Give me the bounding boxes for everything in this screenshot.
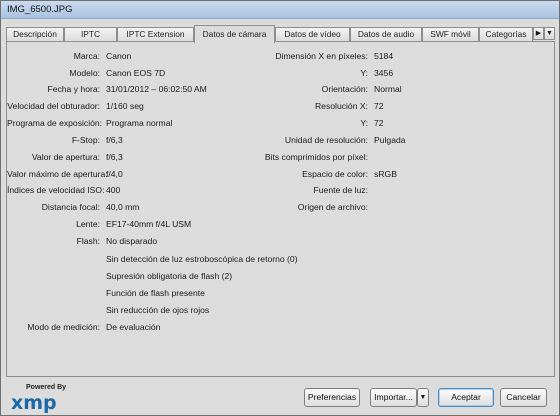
field-label: Fecha y hora: xyxy=(47,84,100,94)
field-value: f/4,0 xyxy=(106,169,123,179)
powered-by-text: Powered By xyxy=(26,384,67,391)
field-value: Supresión obligatoria de flash (2) xyxy=(106,271,233,281)
field-value: 5184 xyxy=(374,51,394,61)
field-label: Índices de velocidad ISO: xyxy=(7,185,105,195)
xmp-logo-text: xmp xyxy=(11,392,57,414)
field-value: 72 xyxy=(374,101,384,111)
cancel-button[interactable]: Cancelar xyxy=(500,388,547,407)
window-title: IMG_6500.JPG xyxy=(7,4,73,15)
field-value: 1/160 seg xyxy=(106,101,144,111)
import-menu-chevron-icon[interactable]: ▼ xyxy=(417,388,429,407)
tab-scroll-right-icon[interactable]: ▶ xyxy=(533,27,544,40)
field-label: Programa de exposición: xyxy=(7,118,103,128)
field-value: No disparado xyxy=(106,236,158,246)
field-label: Valor de apertura: xyxy=(31,152,100,162)
import-button[interactable]: Importar... xyxy=(370,388,417,407)
field-value: Canon EOS 7D xyxy=(106,68,166,78)
field-value: Sin reducción de ojos rojos xyxy=(106,305,210,315)
field-value: Sin detección de luz estroboscópica de r… xyxy=(106,254,298,264)
field-value: 400 xyxy=(106,185,121,195)
tab-iptc[interactable]: IPTC xyxy=(64,27,117,42)
field-label: Origen de archivo: xyxy=(297,202,368,212)
field-label: Modo de medición: xyxy=(27,322,100,332)
field-label: Resolución X: xyxy=(314,101,368,111)
tab-descripcion[interactable]: Descripción xyxy=(6,27,64,42)
field-label: Lente: xyxy=(76,219,100,229)
field-value: 40,0 mm xyxy=(106,202,140,212)
tab-categorias[interactable]: Categorías xyxy=(479,27,533,42)
field-label: F-Stop: xyxy=(71,135,100,145)
file-info-dialog: IMG_6500.JPG Descripción IPTC IPTC Exten… xyxy=(0,0,560,416)
tab-swf-movil[interactable]: SWF móvil xyxy=(422,27,479,42)
field-label: Velocidad del obturador: xyxy=(7,101,100,111)
accept-button[interactable]: Aceptar xyxy=(438,388,494,407)
tab-menu-icon[interactable]: ▼ xyxy=(544,27,555,40)
field-label: Dimensión X en píxeles: xyxy=(275,51,368,61)
tab-datos-video[interactable]: Datos de vídeo xyxy=(275,27,350,42)
xmp-logo: Powered By xmp xyxy=(8,384,68,414)
field-value: 31/01/2012 – 06:02:50 AM xyxy=(106,84,207,94)
field-value: EF17-40mm f/4L USM xyxy=(106,219,192,229)
tab-datos-camara[interactable]: Datos de cámara xyxy=(194,25,275,43)
tab-iptc-extension[interactable]: IPTC Extension xyxy=(117,27,194,42)
field-value: Función de flash presente xyxy=(106,288,205,298)
field-label: Flash: xyxy=(76,236,100,246)
field-label: Valor máximo de apertura: xyxy=(7,169,108,179)
preferences-button[interactable]: Preferencias xyxy=(304,388,360,407)
field-value: Programa normal xyxy=(106,118,173,128)
field-value: Pulgada xyxy=(374,135,406,145)
field-label: Espacio de color: xyxy=(302,169,368,179)
camera-data-panel: Marca: Canon Modelo: Canon EOS 7D Fecha … xyxy=(6,41,555,377)
field-label: Y: xyxy=(360,68,368,78)
field-value: Normal xyxy=(374,84,402,94)
tab-strip: Descripción IPTC IPTC Extension Datos de… xyxy=(6,25,555,43)
field-label: Marca: xyxy=(73,51,100,61)
field-value: sRGB xyxy=(374,169,397,179)
tab-datos-audio[interactable]: Datos de audio xyxy=(350,27,422,42)
field-label: Distancia focal: xyxy=(41,202,100,212)
field-value: 72 xyxy=(374,118,384,128)
field-value: f/6,3 xyxy=(106,152,123,162)
field-value: De evaluación xyxy=(106,322,161,332)
field-value: f/6,3 xyxy=(106,135,123,145)
field-value: Canon xyxy=(106,51,132,61)
field-label: Fuente de luz: xyxy=(313,185,368,195)
field-label: Y: xyxy=(360,118,368,128)
field-label: Modelo: xyxy=(69,68,100,78)
field-label: Bits comprimidos por píxel: xyxy=(264,152,368,162)
field-label: Orientación: xyxy=(321,84,368,94)
field-value: 3456 xyxy=(374,68,394,78)
field-label: Unidad de resolución: xyxy=(284,135,368,145)
title-bar: IMG_6500.JPG xyxy=(1,1,559,19)
